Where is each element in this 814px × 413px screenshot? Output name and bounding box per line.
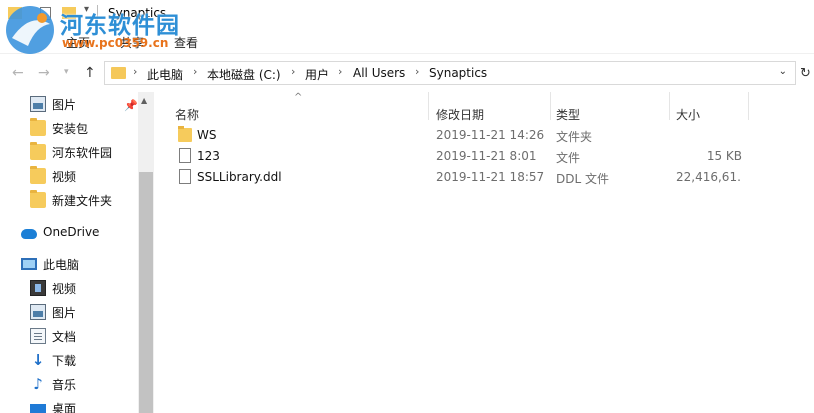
nav-item-label: 视频 <box>52 169 77 184</box>
nav-item-label: 安装包 <box>52 121 89 136</box>
file-row[interactable]: SSLLibrary.ddl 2019-11-21 18:57 DDL 文件 2… <box>166 167 814 188</box>
downloads-icon: ↓ <box>31 351 45 369</box>
file-type: DDL 文件 <box>556 172 609 186</box>
nav-item-label: 音乐 <box>52 377 77 392</box>
folder-icon <box>178 126 192 142</box>
nav-item-documents[interactable]: 文档 <box>30 325 76 347</box>
sort-ascending-icon: ^ <box>294 92 303 103</box>
nav-item-videos[interactable]: 视频 <box>30 277 76 299</box>
address-row: ← → ▾ ↑ › 此电脑 › 本地磁盘 (C:) › 用户 › All Use… <box>0 57 814 89</box>
file-row[interactable]: WS 2019-11-21 14:26 文件夹 <box>166 125 814 146</box>
file-modified: 2019-11-21 18:57 <box>436 170 545 184</box>
breadcrumb-all-users[interactable]: All Users <box>353 66 405 80</box>
documents-icon <box>30 328 46 344</box>
divider <box>97 5 98 19</box>
column-divider[interactable] <box>669 92 670 120</box>
address-dropdown-icon[interactable]: ⌄ <box>779 66 787 77</box>
window-title: Synaptics <box>108 6 167 20</box>
file-icon <box>179 148 191 163</box>
file-row[interactable]: 123 2019-11-21 8:01 文件 15 KB <box>166 146 814 167</box>
nav-item-label: 桌面 <box>52 401 77 413</box>
folder-icon <box>8 7 22 19</box>
file-type: 文件夹 <box>556 130 593 144</box>
nav-item-label: 图片 <box>52 97 77 112</box>
nav-item-label: 视频 <box>52 281 77 296</box>
file-modified: 2019-11-21 8:01 <box>436 149 537 163</box>
customize-toolbar-icon[interactable]: ▾ <box>84 4 89 15</box>
folder-icon <box>30 166 46 184</box>
nav-item-desktop[interactable]: 桌面 <box>30 397 76 413</box>
navigation-pane: 图片 📌 安装包 河东软件园 视频 新建文件夹 OneDrive 此电脑 视频 … <box>0 92 155 413</box>
videos-icon <box>30 280 46 296</box>
pictures-icon <box>30 304 46 320</box>
nav-item-this-pc[interactable]: 此电脑 <box>21 253 79 275</box>
title-bar: ▾ Synaptics <box>0 0 814 26</box>
file-list: ^ 名称 修改日期 类型 大小 WS 2019-11-21 14:26 文件夹 … <box>166 92 814 413</box>
chevron-right-icon[interactable]: › <box>415 65 419 78</box>
folder-icon <box>111 67 126 79</box>
nav-item-pictures[interactable]: 图片 <box>30 93 76 115</box>
tab-share[interactable]: 共享 <box>120 34 144 51</box>
file-type: 文件 <box>556 151 581 165</box>
refresh-icon[interactable]: ↻ <box>800 66 811 81</box>
onedrive-cloud-icon <box>21 228 37 239</box>
music-icon: ♪ <box>33 375 43 393</box>
scroll-thumb[interactable] <box>139 172 153 413</box>
file-name: WS <box>197 128 217 142</box>
folder-icon <box>30 190 46 208</box>
address-bar[interactable]: › 此电脑 › 本地磁盘 (C:) › 用户 › All Users › Syn… <box>104 61 796 85</box>
breadcrumb-local-disk[interactable]: 本地磁盘 (C:) <box>207 66 281 83</box>
file-icon <box>179 169 191 184</box>
nav-item-hedong[interactable]: 河东软件园 <box>30 141 112 163</box>
nav-item-onedrive[interactable]: OneDrive <box>21 221 99 243</box>
column-divider[interactable] <box>748 92 749 120</box>
breadcrumb-this-pc[interactable]: 此电脑 <box>147 66 183 83</box>
folder-icon <box>30 142 46 160</box>
computer-icon <box>21 258 37 270</box>
nav-item-videos-quick[interactable]: 视频 <box>30 165 76 187</box>
scroll-up-icon[interactable]: ▲ <box>141 96 147 105</box>
breadcrumb-synaptics[interactable]: Synaptics <box>429 66 487 80</box>
file-name: SSLLibrary.ddl <box>197 170 282 184</box>
folder-icon <box>30 118 46 136</box>
column-divider[interactable] <box>550 92 551 120</box>
nav-item-downloads[interactable]: ↓ 下载 <box>30 349 76 371</box>
up-icon[interactable]: ↑ <box>84 65 96 81</box>
nav-item-pictures-pc[interactable]: 图片 <box>30 301 76 323</box>
back-icon[interactable]: ← <box>12 65 24 81</box>
nav-item-label: 此电脑 <box>43 257 80 272</box>
file-name: 123 <box>197 149 220 163</box>
nav-item-label: 下载 <box>52 353 77 368</box>
forward-icon[interactable]: → <box>38 65 50 81</box>
nav-item-label: 河东软件园 <box>52 145 113 160</box>
nav-item-label: 文档 <box>52 329 77 344</box>
chevron-right-icon[interactable]: › <box>291 65 295 78</box>
desktop-icon <box>30 404 46 413</box>
file-modified: 2019-11-21 14:26 <box>436 128 545 142</box>
new-folder-icon[interactable] <box>62 7 76 19</box>
nav-item-music[interactable]: ♪ 音乐 <box>30 373 76 395</box>
nav-scrollbar[interactable]: ▲ <box>138 92 154 413</box>
pin-icon[interactable]: 📌 <box>124 99 138 112</box>
chevron-right-icon[interactable]: › <box>193 65 197 78</box>
file-size: 15 KB <box>706 149 742 163</box>
file-size: 22,416,61... <box>676 170 742 184</box>
tab-home[interactable]: 主页 <box>66 34 90 51</box>
chevron-right-icon[interactable]: › <box>133 65 137 78</box>
nav-item-label: 新建文件夹 <box>52 193 113 208</box>
chevron-right-icon[interactable]: › <box>338 65 342 78</box>
tab-view[interactable]: 查看 <box>174 34 198 51</box>
column-divider[interactable] <box>428 92 429 120</box>
nav-item-label: 图片 <box>52 305 77 320</box>
recent-locations-icon[interactable]: ▾ <box>64 67 69 77</box>
properties-icon[interactable] <box>40 7 51 20</box>
nav-item-label: OneDrive <box>43 225 100 239</box>
nav-item-install-packages[interactable]: 安装包 <box>30 117 88 139</box>
ribbon-tabs: 主页 共享 查看 <box>0 26 814 54</box>
breadcrumb-users[interactable]: 用户 <box>305 66 329 83</box>
pictures-icon <box>30 96 46 112</box>
nav-item-new-folder[interactable]: 新建文件夹 <box>30 189 112 211</box>
